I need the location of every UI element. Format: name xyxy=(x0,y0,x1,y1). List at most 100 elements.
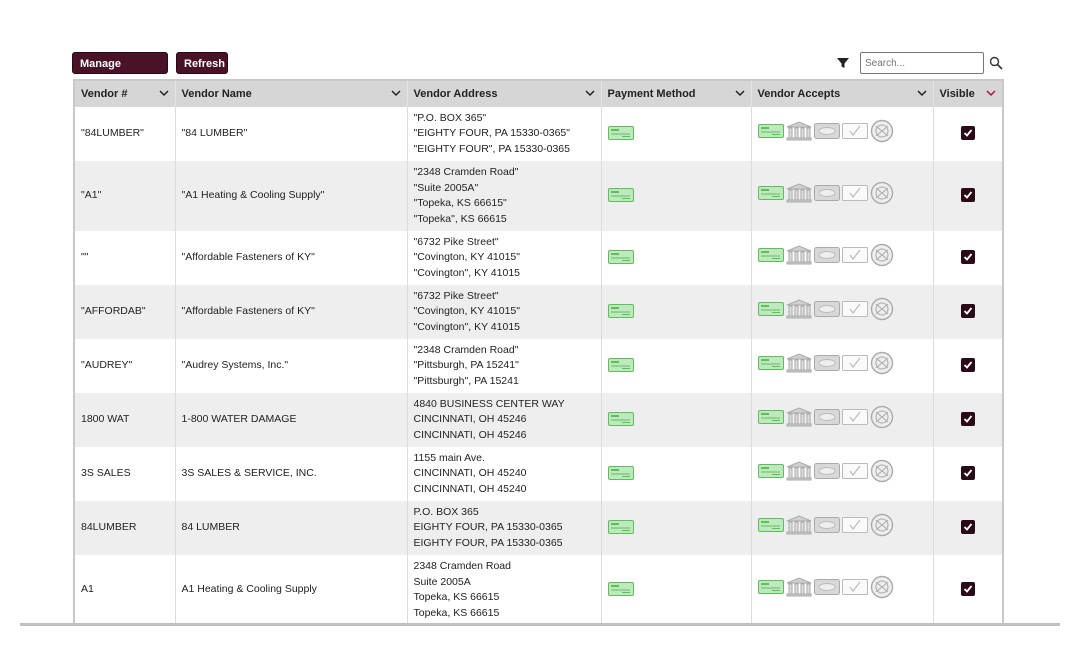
visible-checkbox[interactable] xyxy=(960,466,975,481)
address-line: "6732 Pike Street" xyxy=(413,289,499,302)
visible-cell xyxy=(933,285,1002,339)
payment-method-cell xyxy=(601,231,752,285)
table-row[interactable]: 1800 WAT 1-800 WATER DAMAGE 4840 BUSINES… xyxy=(75,393,1002,447)
check-icon xyxy=(757,248,784,268)
search-input[interactable] xyxy=(860,52,984,74)
globe-icon xyxy=(870,459,894,489)
chevron-down-icon[interactable] xyxy=(734,89,745,97)
vendor-name-cell: 1-800 WATER DAMAGE xyxy=(175,393,408,447)
address-line: CINCINNATI, OH 45246 xyxy=(413,428,527,441)
bank-icon xyxy=(786,407,812,433)
bank-icon xyxy=(786,299,812,325)
address-line: 2348 Cramden Road xyxy=(413,560,511,572)
filter-icon[interactable] xyxy=(836,56,850,70)
address-line: EIGHTY FOUR, PA 15330-0365 xyxy=(413,536,563,549)
checkmark-icon xyxy=(963,415,972,424)
address-line: "2348 Cramden Road" xyxy=(413,166,519,178)
address-line: "Covington", KY 41015 xyxy=(413,320,521,333)
globe-icon xyxy=(870,575,894,605)
visible-checkbox[interactable] xyxy=(960,304,975,319)
address-line: EIGHTY FOUR, PA 15330-0365 xyxy=(413,521,563,534)
check-icon xyxy=(757,186,784,206)
bank-icon xyxy=(786,353,812,379)
visible-checkbox[interactable] xyxy=(960,412,975,427)
bank-icon xyxy=(786,183,812,209)
check-icon xyxy=(607,126,634,141)
checkmark-icon xyxy=(963,129,972,138)
checkmark-card-icon xyxy=(841,579,868,601)
vendor-number-cell: A1 xyxy=(75,555,176,624)
refresh-button[interactable]: Refresh xyxy=(176,52,228,74)
visible-checkbox[interactable] xyxy=(960,188,975,203)
credit-card-icon xyxy=(813,301,840,323)
table-row[interactable]: A1 A1 Heating & Cooling Supply 2348 Cram… xyxy=(75,555,1002,624)
table-row[interactable]: 3S SALES 3S SALES & SERVICE, INC. 1155 m… xyxy=(75,447,1002,501)
address-line: "EIGHTY FOUR", PA 15330-0365 xyxy=(413,142,570,155)
search-icon[interactable] xyxy=(989,56,1003,70)
vendor-name-cell: 3S SALES & SERVICE, INC. xyxy=(175,447,408,501)
address-line: "Covington", KY 41015 xyxy=(413,266,521,279)
visible-checkbox[interactable] xyxy=(960,250,975,265)
sort-indicator-icon[interactable] xyxy=(985,89,996,97)
vendor-address-cell: "2348 Cramden Road" "Pittsburgh, PA 15241… xyxy=(407,339,602,393)
visible-checkbox[interactable] xyxy=(960,358,975,373)
check-icon xyxy=(607,466,634,481)
vendor-name-cell: "A1 Heating & Cooling Supply" xyxy=(175,161,408,231)
column-header-vendor-accepts[interactable]: Vendor Accepts xyxy=(751,81,934,107)
visible-cell xyxy=(933,161,1002,231)
check-icon xyxy=(607,304,634,319)
checkmark-card-icon xyxy=(841,247,868,269)
column-header-vendor-address[interactable]: Vendor Address xyxy=(407,81,602,107)
checkmark-card-icon xyxy=(841,463,868,485)
check-icon xyxy=(757,356,784,376)
manage-vendors-button[interactable]: Manage Vendors xyxy=(72,52,168,92)
credit-card-icon xyxy=(813,355,840,377)
column-header-visible[interactable]: Visible xyxy=(933,81,1002,107)
vendor-accepts-cell xyxy=(751,231,934,285)
table-row[interactable]: "AUDREY" "Audrey Systems, Inc." "2348 Cr… xyxy=(75,339,1002,393)
payment-method-cell xyxy=(601,555,752,624)
vendor-accepts-cell xyxy=(751,339,934,393)
table-row[interactable]: 84LUMBER 84 LUMBER P.O. BOX 365 EIGHTY FO… xyxy=(75,501,1002,555)
checkmark-icon xyxy=(963,307,972,316)
visible-checkbox[interactable] xyxy=(960,126,975,141)
visible-cell xyxy=(933,501,1002,555)
vendor-number-cell: 3S SALES xyxy=(75,447,176,501)
address-line: "Topeka, KS 66615" xyxy=(413,197,507,209)
chevron-down-icon[interactable] xyxy=(584,89,595,97)
check-icon xyxy=(757,464,784,484)
vendor-number-cell: "" xyxy=(75,231,176,285)
address-line: 1155 main Ave. xyxy=(413,451,485,464)
visible-cell xyxy=(933,393,1002,447)
globe-icon xyxy=(870,351,894,381)
table-row[interactable]: "" "Affordable Fasteners of KY" "6732 Pi… xyxy=(75,231,1002,285)
credit-card-icon xyxy=(813,123,840,145)
chevron-down-icon[interactable] xyxy=(158,89,169,97)
check-icon xyxy=(757,580,784,600)
address-line: "Suite 2005A" xyxy=(413,181,479,194)
globe-icon xyxy=(870,243,894,273)
address-line: Topeka, KS 66615 xyxy=(413,591,500,603)
credit-card-icon xyxy=(813,463,840,485)
column-header-payment-method[interactable]: Payment Method xyxy=(601,81,752,107)
visible-checkbox[interactable] xyxy=(960,520,975,535)
vendor-number-cell: 1800 WAT xyxy=(75,393,176,447)
table-row[interactable]: "84LUMBER" "84 LUMBER" "P.O. BOX 365" "EI… xyxy=(75,107,1002,161)
address-line: "Covington, KY 41015" xyxy=(413,305,521,318)
column-header-vendor-number[interactable]: Vendor # xyxy=(75,81,176,107)
vendor-accepts-cell xyxy=(751,393,934,447)
chevron-down-icon[interactable] xyxy=(916,89,927,97)
check-icon xyxy=(607,188,634,203)
table-row[interactable]: "AFFORDAB" "Affordable Fasteners of KY" … xyxy=(75,285,1002,339)
address-line: "Topeka", KS 66615 xyxy=(413,212,507,225)
credit-card-icon xyxy=(813,579,840,601)
checkmark-icon xyxy=(963,469,972,478)
table-row[interactable]: "A1" "A1 Heating & Cooling Supply" "2348… xyxy=(75,161,1002,231)
column-header-vendor-name[interactable]: Vendor Name xyxy=(175,81,408,107)
check-icon xyxy=(607,250,634,265)
vendor-grid: Vendor # Vendor Name Vendor Address Paym… xyxy=(73,79,1004,624)
visible-checkbox[interactable] xyxy=(960,582,975,597)
checkmark-icon xyxy=(963,523,972,532)
chevron-down-icon[interactable] xyxy=(390,89,401,97)
vendor-address-cell: "P.O. BOX 365" "EIGHTY FOUR, PA 15330-036… xyxy=(407,107,602,161)
